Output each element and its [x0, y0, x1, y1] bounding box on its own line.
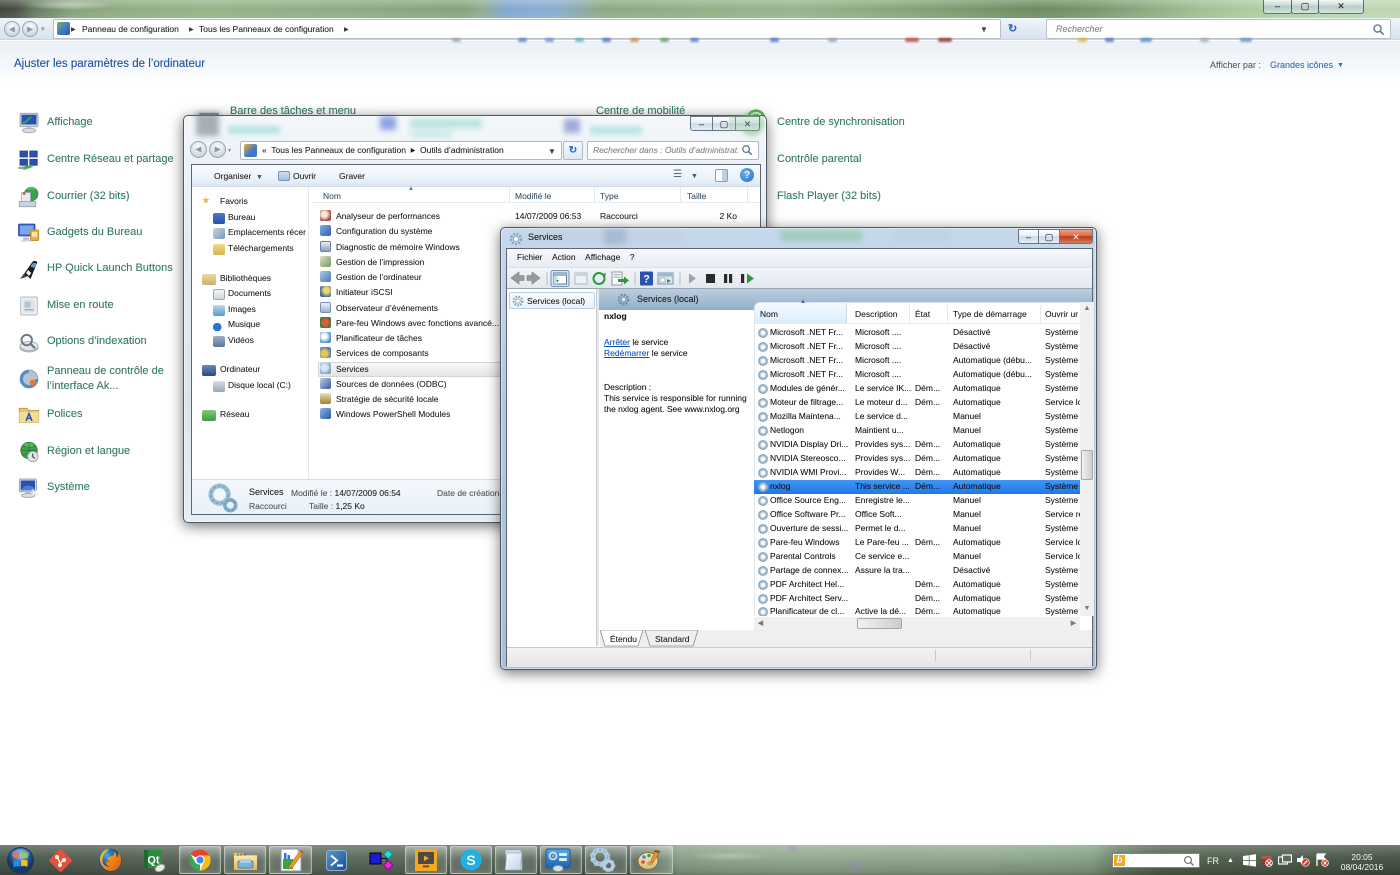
- svg-text:Standard: Standard: [655, 634, 690, 644]
- svg-text:?: ?: [643, 274, 650, 286]
- svg-text:Étendu: Étendu: [610, 634, 637, 644]
- svg-text:S: S: [466, 852, 475, 868]
- svg-text:Qt: Qt: [147, 855, 160, 867]
